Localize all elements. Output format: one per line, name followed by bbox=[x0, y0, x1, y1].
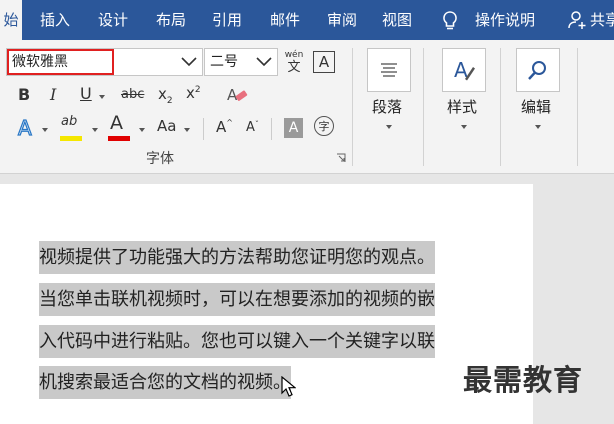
styles-button[interactable]: A bbox=[442, 48, 486, 92]
tab-view[interactable]: 视图 bbox=[382, 0, 412, 40]
change-case-dropdown[interactable] bbox=[184, 128, 190, 132]
font-color-label: A bbox=[110, 112, 123, 134]
separator bbox=[271, 118, 272, 140]
superscript-label: x bbox=[186, 84, 195, 102]
text-effects-icon[interactable]: A bbox=[16, 116, 38, 140]
font-name-value: 微软雅黑 bbox=[12, 54, 68, 70]
font-color-dropdown[interactable] bbox=[139, 128, 145, 132]
tab-home[interactable]: 始 bbox=[0, 0, 22, 40]
font-size-combo[interactable]: 二号 bbox=[204, 48, 278, 76]
styles-icon: A bbox=[454, 58, 475, 82]
tab-references[interactable]: 引用 bbox=[212, 0, 242, 40]
character-border-button[interactable]: A bbox=[313, 51, 335, 73]
group-separator bbox=[352, 48, 353, 166]
svg-text:A: A bbox=[18, 116, 32, 140]
shrink-font-label: A bbox=[246, 120, 255, 135]
paragraph-button[interactable] bbox=[367, 48, 411, 92]
document-line[interactable]: 机搜索最适合您的文档的视频。 bbox=[39, 366, 291, 399]
mouse-pointer-icon bbox=[281, 376, 296, 397]
tab-design[interactable]: 设计 bbox=[98, 0, 128, 40]
watermark-logo: 最需教育 bbox=[463, 363, 584, 397]
font-color-swatch bbox=[108, 136, 130, 141]
underline-button[interactable]: U bbox=[80, 84, 92, 103]
superscript-button[interactable]: x2 bbox=[186, 84, 201, 102]
chevron-down-icon[interactable] bbox=[255, 55, 273, 69]
svg-text:A: A bbox=[227, 86, 238, 104]
subscript-button[interactable]: x2 bbox=[158, 85, 173, 106]
bold-button[interactable]: B bbox=[18, 85, 30, 104]
group-separator bbox=[577, 48, 578, 166]
character-shading-button[interactable]: A bbox=[284, 118, 303, 138]
paragraph-label: 段落 bbox=[372, 98, 403, 116]
phonetic-top: wén bbox=[284, 49, 304, 60]
clear-formatting-icon[interactable]: A bbox=[225, 84, 249, 106]
character-border-label: A bbox=[318, 53, 330, 71]
highlight-dropdown[interactable] bbox=[92, 128, 98, 132]
tab-mailings[interactable]: 邮件 bbox=[270, 0, 300, 40]
phonetic-bottom: 文 bbox=[287, 59, 301, 75]
enclose-characters-label: 字 bbox=[318, 120, 330, 133]
text-effects-dropdown[interactable] bbox=[42, 128, 48, 132]
document-line[interactable]: 入代码中进行粘贴。您也可以键入一个关键字以联 bbox=[39, 325, 435, 358]
enclose-characters-button[interactable]: 字 bbox=[314, 116, 334, 136]
user-icon[interactable] bbox=[568, 10, 588, 30]
font-name-combo[interactable]: 微软雅黑 bbox=[6, 48, 203, 76]
document-line[interactable]: 视频提供了功能强大的方法帮助您证明您的观点。 bbox=[39, 241, 435, 274]
highlight-color-swatch bbox=[60, 136, 82, 141]
paragraph-dropdown[interactable] bbox=[386, 125, 392, 129]
chevron-down-icon[interactable] bbox=[180, 55, 198, 69]
group-separator bbox=[423, 48, 424, 166]
document-line[interactable]: 当您单击联机视频时，可以在想要添加的视频的嵌 bbox=[39, 283, 435, 316]
font-size-value: 二号 bbox=[210, 54, 238, 70]
search-icon bbox=[528, 61, 546, 80]
editing-dropdown[interactable] bbox=[535, 125, 541, 129]
paragraph-icon bbox=[381, 63, 397, 77]
font-group-label: 字体 bbox=[146, 151, 174, 167]
highlight-label: ab bbox=[61, 114, 78, 129]
shrink-font-button[interactable]: Aˇ bbox=[246, 120, 259, 135]
lightbulb-icon[interactable] bbox=[441, 10, 459, 32]
dialog-launcher-icon[interactable] bbox=[336, 153, 346, 163]
subscript-mark: 2 bbox=[166, 96, 173, 106]
styles-dropdown[interactable] bbox=[461, 125, 467, 129]
change-case-button[interactable]: Aa bbox=[157, 117, 176, 135]
editing-button[interactable] bbox=[516, 48, 560, 92]
grow-font-label: A bbox=[216, 118, 227, 136]
font-color-button[interactable]: A bbox=[110, 112, 123, 134]
tab-layout[interactable]: 布局 bbox=[156, 0, 186, 40]
grow-font-button[interactable]: A^ bbox=[216, 118, 233, 136]
ribbon-tab-bar: 始 插入 设计 布局 引用 邮件 审阅 视图 操作说明 共享 bbox=[0, 0, 614, 40]
separator bbox=[203, 118, 204, 140]
ribbon-home: 微软雅黑 二号 wén 文 A B I U abc x2 x2 A A ab A… bbox=[0, 40, 614, 174]
tab-review[interactable]: 审阅 bbox=[327, 0, 357, 40]
strikethrough-button[interactable]: abc bbox=[121, 87, 144, 102]
superscript-mark: 2 bbox=[194, 85, 201, 95]
italic-button[interactable]: I bbox=[50, 85, 56, 104]
share-button[interactable]: 共享 bbox=[590, 0, 614, 40]
highlight-button[interactable]: ab bbox=[61, 114, 77, 129]
group-separator bbox=[500, 48, 501, 166]
tab-insert[interactable]: 插入 bbox=[40, 0, 70, 40]
phonetic-guide-button[interactable]: wén 文 bbox=[283, 48, 305, 76]
styles-label: 样式 bbox=[447, 98, 478, 116]
tell-me-box[interactable]: 操作说明 bbox=[475, 0, 535, 40]
editing-label: 编辑 bbox=[521, 98, 552, 116]
subscript-label: x bbox=[158, 85, 167, 103]
character-shading-label: A bbox=[288, 120, 299, 136]
underline-dropdown[interactable] bbox=[99, 95, 105, 99]
